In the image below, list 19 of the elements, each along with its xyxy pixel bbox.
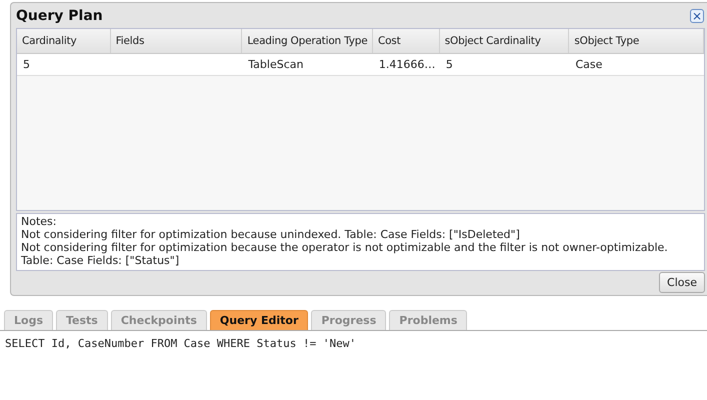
note-text: Not considering filter for optimization because unindexed. Table: Case Fields: ["IsDeleted"] xyxy=(21,228,521,241)
column-header[interactable]: Cost xyxy=(372,29,440,53)
note-text: Notes: xyxy=(21,215,58,228)
table-cell-text: Case xyxy=(574,57,604,73)
column-header[interactable]: sObject Type xyxy=(569,29,704,53)
note-text: Not considering filter for optimization because the operator is not optimizable and the filter is not owner-optimizable. Table: Case Fields: ["Status"] xyxy=(21,241,669,267)
column-header[interactable]: Cardinality xyxy=(17,29,111,53)
table-cell-text: 1.41666… xyxy=(378,57,436,73)
dialog-title: Query Plan xyxy=(16,8,103,24)
close-icon[interactable]: × xyxy=(690,8,704,22)
query-editor[interactable]: SELECT Id, CaseNumber FROM Case WHERE Status != 'New' xyxy=(0,331,707,356)
close-button[interactable]: Close xyxy=(659,272,705,292)
column-header[interactable]: Leading Operation Type xyxy=(242,29,373,53)
table-cell-text: 5 xyxy=(22,57,31,73)
column-header[interactable]: sObject Cardinality xyxy=(440,29,570,53)
tab[interactable]: Query Editor xyxy=(210,310,308,330)
column-header[interactable]: Fields xyxy=(110,29,242,53)
table-cell-text: 5 xyxy=(444,57,454,73)
table-cell-text: TableScan xyxy=(247,57,304,73)
